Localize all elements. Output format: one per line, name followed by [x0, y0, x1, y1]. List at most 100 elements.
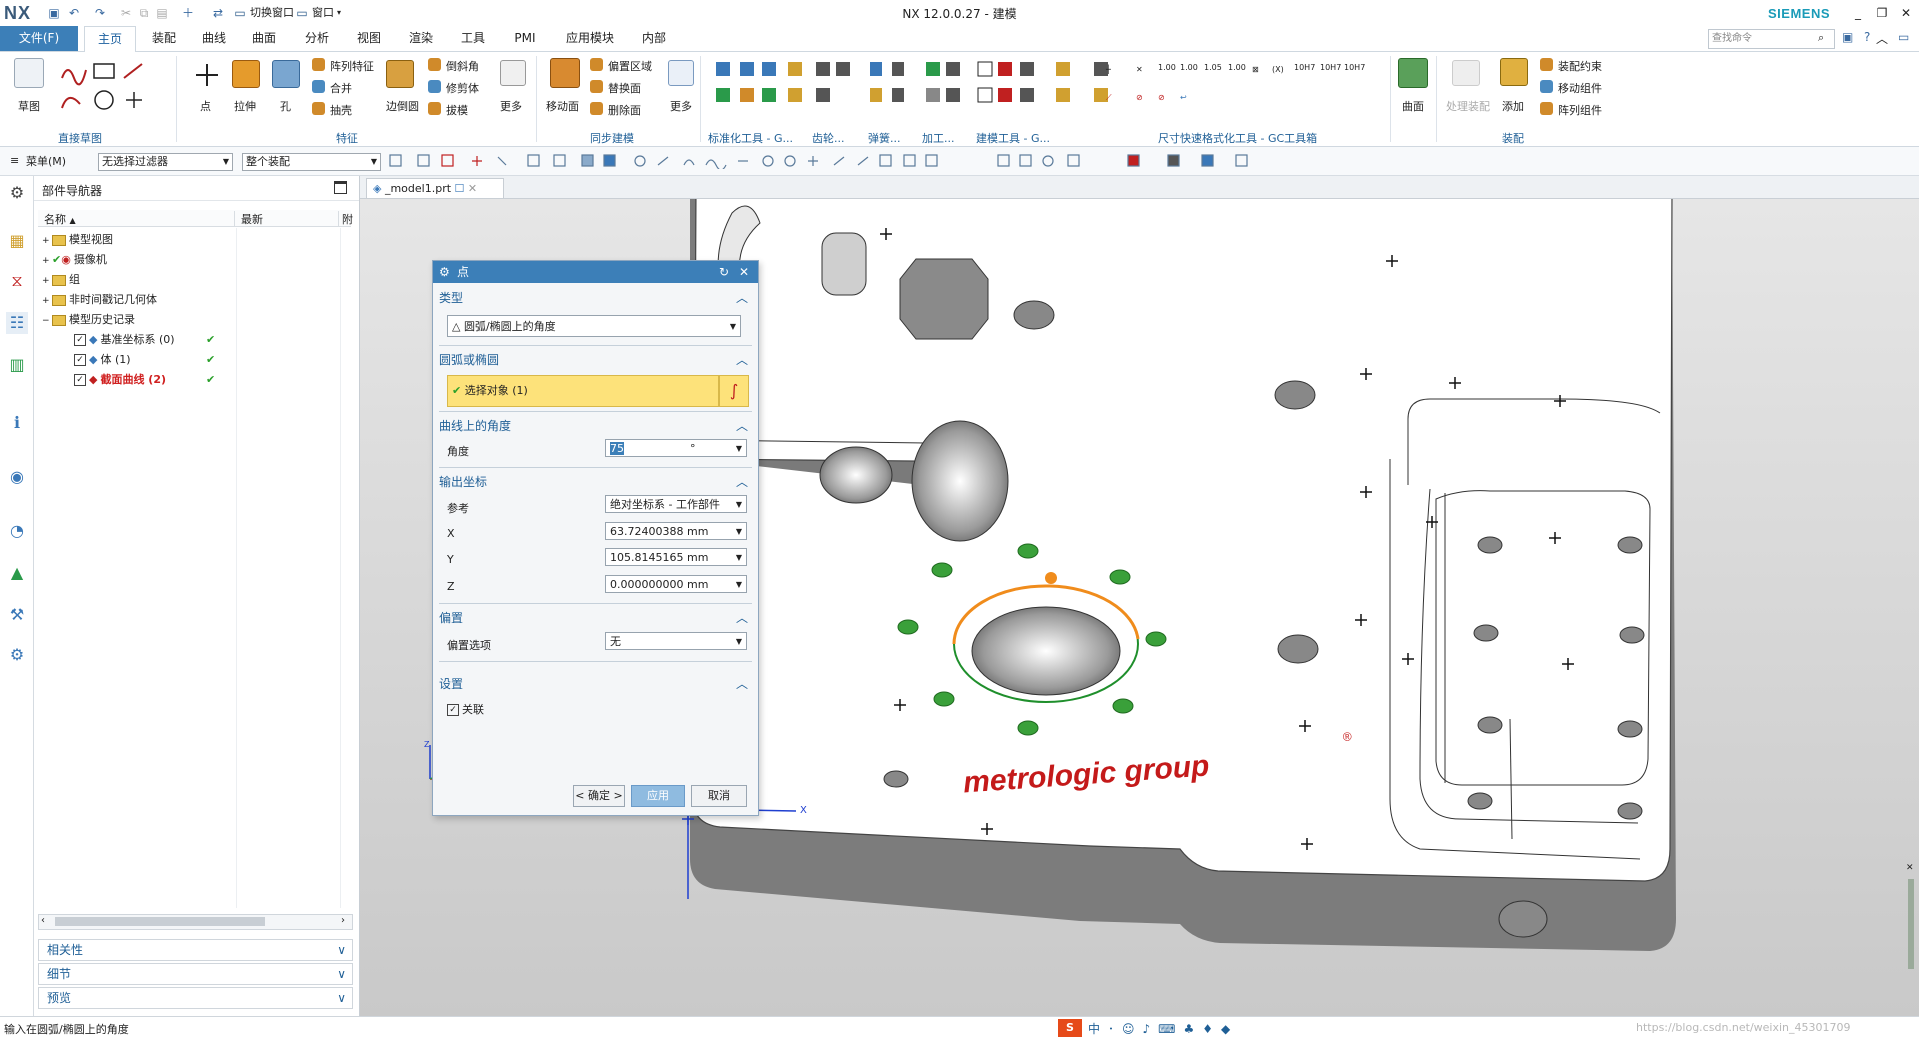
spring-group-label[interactable]: 弹簧... — [868, 130, 901, 146]
shell-button[interactable]: 抽壳 — [330, 102, 352, 118]
angle-input[interactable]: 75 ° ▼ — [605, 439, 747, 457]
sketch-button[interactable]: 草图 — [18, 98, 40, 114]
tab-internal[interactable]: 内部 — [636, 26, 672, 51]
dimension-format-icons[interactable]: ┼ ✕ 1.00 1.00 1.05 1.00 ⊠ (X) 10H7 10H7 10H7 ⟋ ⊘ ⊘… — [1100, 56, 1380, 124]
extrude-icon[interactable] — [232, 60, 260, 88]
close-button[interactable]: ✕ — [1896, 4, 1916, 22]
expand-toggle-icon[interactable]: − — [42, 312, 52, 330]
std-tools-group-label[interactable]: 标准化工具 - G... — [708, 130, 793, 146]
machining-group-label[interactable]: 加工... — [922, 130, 955, 146]
expand-toggle-icon[interactable]: + — [42, 232, 52, 250]
selection-intent-icons[interactable] — [388, 153, 1268, 169]
visibility-checkbox-icon[interactable]: ✔ — [52, 253, 61, 266]
tree-row[interactable]: + 非时间戳记几何体 — [42, 291, 157, 309]
reuse-library-icon[interactable]: ▥ — [6, 354, 28, 376]
command-search-input[interactable]: 查找命令 — [1708, 29, 1835, 49]
select-object-field[interactable]: ✔ 选择对象 (1) — [447, 375, 719, 407]
dialog-title-bar[interactable]: ⚙ 点 ↻ ✕ — [433, 261, 758, 283]
dependencies-panel[interactable]: 相关性 ∨ — [38, 939, 353, 961]
visibility-checkbox-icon[interactable]: ✓ — [74, 374, 86, 386]
sketch-curve-tools[interactable] — [58, 60, 168, 120]
constraint-navigator-icon[interactable]: ⧖ — [6, 270, 28, 292]
section-offset[interactable]: 偏置 ︿ — [439, 607, 752, 629]
preview-panel[interactable]: 预览 ∨ — [38, 987, 353, 1009]
expand-toggle-icon[interactable]: + — [42, 252, 52, 270]
tab-pmi[interactable]: PMI — [507, 26, 543, 51]
expand-toggle-icon[interactable]: + — [42, 272, 52, 290]
tab-surface[interactable]: 曲面 — [246, 26, 282, 51]
close-tab-icon[interactable]: ✕ — [468, 182, 477, 195]
scroll-thumb[interactable] — [55, 917, 265, 926]
sketch-icon[interactable] — [14, 58, 44, 88]
x-coordinate-input[interactable]: 63.72400388 mm ▼ — [605, 522, 747, 540]
tab-application[interactable]: 应用模块 — [560, 26, 620, 51]
details-panel[interactable]: 细节 ∨ — [38, 963, 353, 985]
scroll-left-icon[interactable]: ‹ — [41, 915, 45, 926]
offset-region-button[interactable]: 偏置区域 — [608, 58, 652, 74]
y-coordinate-input[interactable]: 105.8145165 mm ▼ — [605, 548, 747, 566]
reset-icon[interactable]: ↻ — [719, 261, 729, 283]
surface-icon[interactable] — [1398, 58, 1428, 88]
edge-blend-button[interactable]: 边倒圆 — [386, 98, 419, 114]
visibility-checkbox-icon[interactable]: ✓ — [74, 354, 86, 366]
scroll-right-icon[interactable]: › — [341, 915, 345, 926]
section-settings[interactable]: 设置 ︿ — [439, 673, 752, 695]
ime-toolbar-icons[interactable]: 中･☺♪⌨♣♦◆ — [1088, 1020, 1238, 1037]
add-component-icon[interactable] — [1500, 58, 1528, 86]
point-button[interactable]: 点 — [200, 98, 211, 114]
tab-curve[interactable]: 曲线 — [196, 26, 232, 51]
tab-analysis[interactable]: 分析 — [299, 26, 335, 51]
ribbon-options-icon[interactable]: ▣ — [1842, 30, 1853, 44]
unite-button[interactable]: 合并 — [330, 80, 352, 96]
draft-button[interactable]: 拔模 — [446, 102, 468, 118]
z-coordinate-input[interactable]: 0.000000000 mm ▼ — [605, 575, 747, 593]
edge-blend-icon[interactable] — [386, 60, 414, 88]
ok-button[interactable]: < 确定 > — [573, 785, 625, 807]
section-arc[interactable]: 圆弧或椭圆 ︿ — [439, 349, 752, 371]
section-output-coords[interactable]: 输出坐标 ︿ — [439, 471, 752, 493]
apply-button[interactable]: 应用 — [631, 785, 685, 807]
visual-library-icon[interactable]: ▲ — [6, 562, 28, 584]
hole-icon[interactable] — [272, 60, 300, 88]
more-sync-icon[interactable] — [668, 60, 694, 86]
gc-toolbox-icons[interactable] — [706, 56, 1166, 124]
resource-settings-icon[interactable]: ⚙ — [6, 182, 28, 204]
column-latest[interactable]: 最新 — [234, 211, 263, 227]
gear-group-label[interactable]: 齿轮... — [812, 130, 845, 146]
section-type[interactable]: 类型 ︿ — [439, 287, 752, 309]
collapse-ribbon-icon[interactable]: ︿ — [1876, 30, 1888, 47]
assembly-constraint-button[interactable]: 装配约束 — [1558, 58, 1602, 74]
tree-row[interactable]: ✓ ◆ 体 (1) — [64, 351, 131, 369]
tree-row[interactable]: − 模型历史记录 — [42, 311, 135, 329]
roles-icon[interactable]: ⚙ — [6, 644, 28, 666]
process-assembly-button[interactable]: 处理装配 — [1446, 98, 1490, 114]
curve-icon[interactable]: ∫ — [719, 375, 749, 407]
point-type-select[interactable]: △ 圆弧/椭圆上的角度 ▼ — [447, 315, 741, 337]
tree-row[interactable]: + ✔◉ 摄像机 — [42, 251, 107, 269]
checkbox-checked-icon[interactable]: ✓ — [447, 704, 459, 716]
gear-icon[interactable]: ⚙ — [439, 261, 450, 283]
expand-toggle-icon[interactable]: + — [42, 292, 52, 310]
menu-button[interactable]: 菜单(M) — [26, 153, 66, 169]
more-features-button[interactable]: 更多 — [500, 98, 522, 114]
menu-icon[interactable]: ≡ — [10, 154, 19, 167]
modeling-tools-group-label[interactable]: 建模工具 - G... — [976, 130, 1050, 146]
surface-button[interactable]: 曲面 — [1402, 98, 1424, 114]
point-icon[interactable] — [192, 60, 222, 90]
tree-row[interactable]: + 组 — [42, 271, 80, 289]
tab-home[interactable]: 主页 — [84, 26, 136, 53]
column-name[interactable]: 名称 ▲ — [44, 211, 76, 227]
pin-icon[interactable] — [334, 181, 347, 194]
process-studio-icon[interactable]: ⚒ — [6, 604, 28, 626]
tree-row[interactable]: ✓ ◆ 基准坐标系 (0) — [64, 331, 175, 349]
delete-face-button[interactable]: 删除面 — [608, 102, 641, 118]
tab-assembly[interactable]: 装配 — [146, 26, 182, 51]
cancel-button[interactable]: 取消 — [691, 785, 747, 807]
column-extra[interactable]: 附 — [338, 211, 353, 227]
hd3d-tools-icon[interactable]: ℹ — [6, 412, 28, 434]
type-filter-select[interactable]: 无选择过滤器 ▼ — [98, 153, 233, 171]
add-component-button[interactable]: 添加 — [1502, 98, 1524, 114]
pattern-component-button[interactable]: 阵列组件 — [1558, 102, 1602, 118]
more-features-icon[interactable] — [500, 60, 526, 86]
trim-body-button[interactable]: 修剪体 — [446, 80, 479, 96]
